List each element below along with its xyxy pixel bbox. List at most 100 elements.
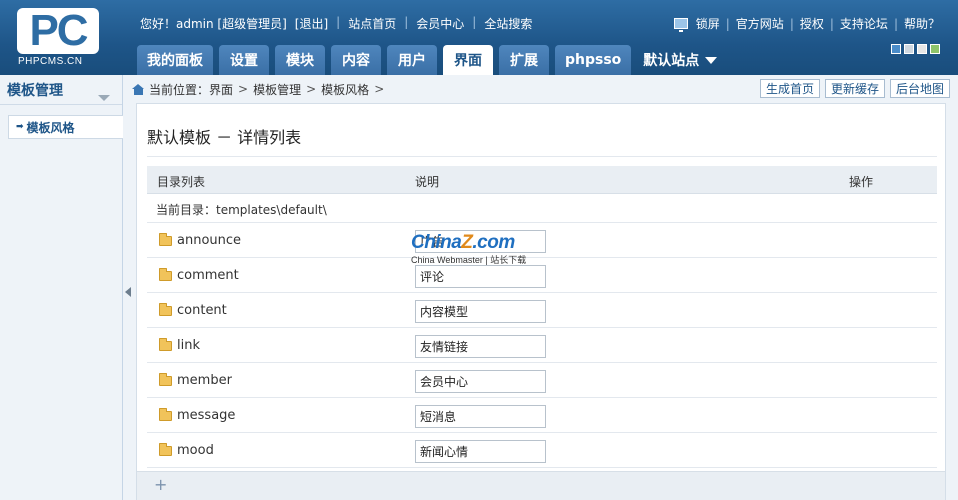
caret-down-icon — [705, 56, 718, 64]
tab-phpsso[interactable]: phpsso — [555, 45, 632, 75]
tab-settings[interactable]: 设置 — [219, 45, 269, 75]
tab-extensions[interactable]: 扩展 — [499, 45, 549, 75]
breadcrumb: 当前位置： 界面 > 模板管理 > 模板风格 > 生成首页 更新缓存 后台地图 — [132, 78, 950, 100]
folder-icon — [159, 373, 172, 386]
logout-link[interactable]: [退出] — [295, 15, 328, 32]
table-row: link — [147, 328, 937, 363]
folder-icon — [159, 268, 172, 281]
description-input[interactable] — [415, 300, 546, 323]
breadcrumb-separator: > — [238, 82, 249, 96]
tab-interface[interactable]: 界面 — [443, 45, 493, 75]
folder-icon — [159, 443, 172, 456]
skin-switcher — [891, 44, 940, 54]
watermark-subtext: China Webmaster | 站长下载 — [411, 255, 527, 265]
column-header-directory: 目录列表 — [157, 175, 206, 189]
breadcrumb-item[interactable]: 界面 — [209, 81, 233, 98]
sitemap-button[interactable]: 后台地图 — [889, 79, 950, 98]
greeting-text: 您好！admin [超级管理员] — [140, 17, 287, 31]
divider: | — [472, 15, 477, 29]
table-footer: + — [137, 471, 945, 500]
sidebar-item-label: 模板风格 — [26, 120, 75, 135]
directory-name[interactable]: content — [177, 303, 227, 318]
chevron-down-icon[interactable] — [98, 95, 110, 101]
directory-name[interactable]: member — [177, 373, 232, 388]
generate-home-button[interactable]: 生成首页 — [759, 79, 820, 98]
logo-text: PC — [29, 6, 88, 55]
forum-link[interactable]: 支持论坛 — [840, 15, 888, 32]
sidebar: 模板管理 ➡ 模板风格 — [0, 75, 123, 500]
divider: | — [404, 15, 409, 29]
watermark-brand-b: .com — [472, 232, 515, 253]
skin-grey[interactable] — [904, 44, 914, 54]
update-cache-button[interactable]: 更新缓存 — [824, 79, 885, 98]
folder-icon — [159, 408, 172, 421]
table-row: message — [147, 398, 937, 433]
member-center-link[interactable]: 会员中心 — [416, 15, 464, 32]
collapse-sidebar-icon[interactable] — [125, 287, 131, 297]
directory-name[interactable]: mood — [177, 443, 214, 458]
folder-icon — [159, 303, 172, 316]
description-input[interactable] — [415, 335, 546, 358]
directory-name[interactable]: announce — [177, 233, 241, 248]
breadcrumb-separator: > — [306, 82, 317, 96]
table-row: mood — [147, 433, 937, 468]
skin-green[interactable] — [930, 44, 940, 54]
main-nav-tabs: 我的面板 设置 模块 内容 用户 界面 扩展 phpsso 默认站点 — [137, 45, 723, 75]
breadcrumb-item[interactable]: 模板管理 — [253, 81, 301, 98]
column-header-actions: 操作 — [849, 175, 874, 189]
help-link[interactable]: 帮助？ — [904, 15, 940, 32]
lock-screen-link[interactable]: 锁屏 — [696, 15, 720, 32]
official-site-link[interactable]: 官方网站 — [736, 15, 784, 32]
tab-content[interactable]: 内容 — [331, 45, 381, 75]
top-links: 锁屏 | 官方网站 | 授权 | 支持论坛 | 帮助？ — [673, 15, 940, 32]
arrow-right-icon: ➡ — [16, 122, 24, 132]
site-select-dropdown[interactable]: 默认站点 — [637, 45, 723, 75]
skin-light[interactable] — [917, 44, 927, 54]
tab-modules[interactable]: 模块 — [275, 45, 325, 75]
directory-name[interactable]: comment — [177, 268, 239, 283]
column-header-description: 说明 — [415, 175, 440, 189]
description-input[interactable] — [415, 370, 546, 393]
site-search-link[interactable]: 全站搜索 — [484, 15, 532, 32]
folder-icon — [159, 233, 172, 246]
watermark-brand-a: China — [411, 232, 462, 253]
table-row: member — [147, 363, 937, 398]
divider: | — [789, 16, 794, 31]
main-panel: 默认模板 － 详情列表 目录列表 说明 操作 当前目录：templates\de… — [136, 103, 946, 500]
page-title: 默认模板 － 详情列表 — [147, 128, 302, 147]
site-select-label: 默认站点 — [643, 53, 700, 69]
tab-my-panel[interactable]: 我的面板 — [137, 45, 213, 75]
table-header: 目录列表 说明 操作 — [147, 166, 937, 194]
directory-name[interactable]: link — [177, 338, 200, 353]
watermark-logo: ChinaZ.com China Webmaster | 站长下载 — [411, 232, 551, 272]
logo-box: PC — [17, 6, 99, 55]
folder-icon — [159, 338, 172, 351]
directory-name[interactable]: message — [177, 408, 235, 423]
tab-users[interactable]: 用户 — [387, 45, 437, 75]
monitor-icon — [673, 18, 688, 32]
quick-actions: 生成首页 更新缓存 后台地图 — [759, 79, 950, 98]
table-row: content — [147, 293, 937, 328]
breadcrumb-item[interactable]: 模板风格 — [321, 81, 369, 98]
skin-blue[interactable] — [891, 44, 901, 54]
current-directory: 当前目录：templates\default\ — [147, 194, 937, 223]
phpcms-logo[interactable]: PC PHPCMS.CN — [14, 6, 110, 70]
divider — [147, 156, 937, 157]
divider: | — [725, 16, 730, 31]
site-home-link[interactable]: 站点首页 — [348, 15, 396, 32]
home-icon — [132, 83, 145, 95]
logo-subtext: PHPCMS.CN — [18, 56, 83, 67]
license-link[interactable]: 授权 — [800, 15, 824, 32]
sidebar-item-template-style[interactable]: ➡ 模板风格 — [8, 115, 123, 139]
breadcrumb-prefix: 当前位置： — [149, 82, 210, 97]
description-input[interactable] — [415, 440, 546, 463]
divider: | — [893, 16, 898, 31]
user-bar: 您好！admin [超级管理员] [退出] | 站点首页 | 会员中心 | 全站… — [140, 15, 532, 32]
watermark-brand: ChinaZ.com — [411, 232, 551, 254]
add-icon[interactable]: + — [154, 475, 167, 494]
top-header: PC PHPCMS.CN 您好！admin [超级管理员] [退出] | 站点首… — [0, 0, 958, 75]
divider: | — [336, 15, 341, 29]
description-input[interactable] — [415, 405, 546, 428]
divider: | — [829, 16, 834, 31]
breadcrumb-separator: > — [374, 82, 385, 96]
